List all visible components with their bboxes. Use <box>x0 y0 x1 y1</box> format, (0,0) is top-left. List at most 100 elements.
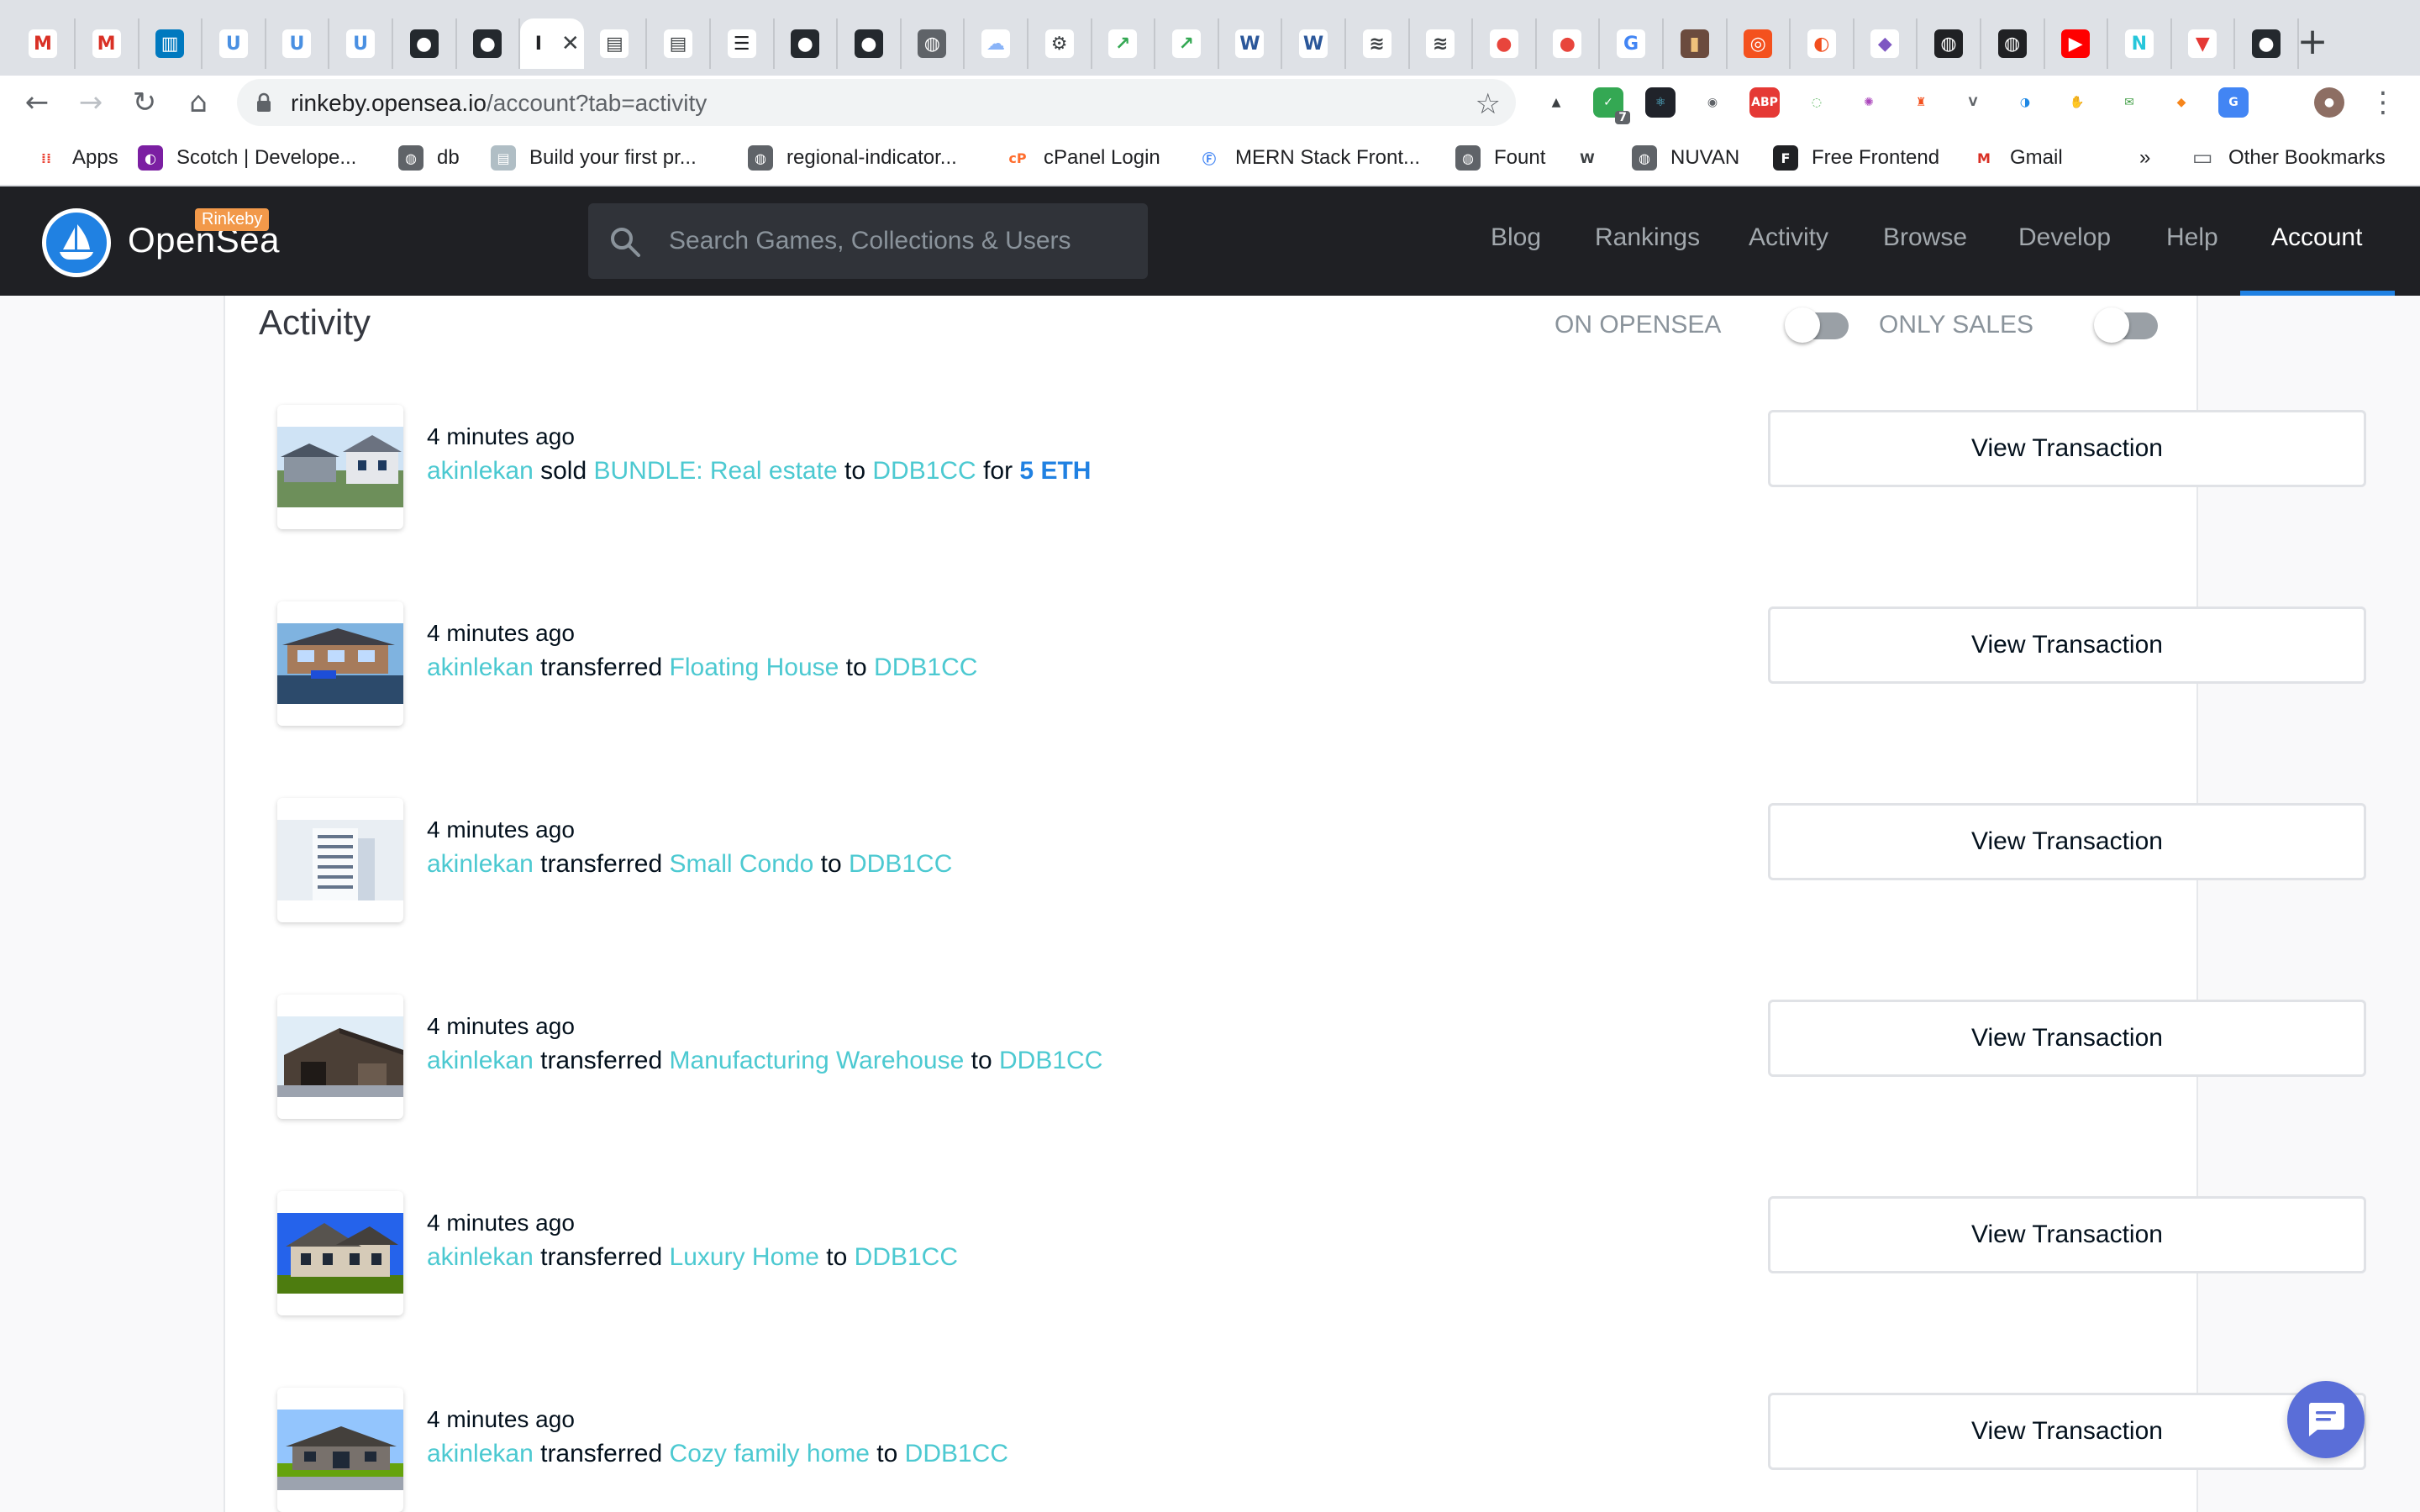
browser-tab[interactable]: W <box>1218 18 1283 69</box>
asset-link[interactable]: Small Condo <box>670 850 814 878</box>
camera-ext-icon[interactable]: ◉ <box>1697 87 1728 118</box>
bookmark-item[interactable]: ⁞⁞ Apps <box>34 141 118 175</box>
browser-tab[interactable]: ≋ <box>1346 18 1410 69</box>
bookmark-item[interactable]: cP cPanel Login <box>1005 141 1160 175</box>
browser-tab[interactable]: ◐ <box>1791 18 1854 69</box>
bookmark-item[interactable]: ◍ regional-indicator... <box>748 141 957 175</box>
shield-ext-icon[interactable]: ✓ 7 <box>1593 87 1630 124</box>
browser-tab[interactable]: W <box>1282 18 1346 69</box>
browser-tab[interactable]: G <box>1600 18 1664 69</box>
target-link[interactable]: DDB1CC <box>855 1243 958 1271</box>
opensea-logo-icon[interactable] <box>42 208 111 277</box>
close-tab-icon[interactable]: ✕ <box>561 31 580 56</box>
browser-tab[interactable]: U <box>203 18 266 69</box>
nav-rankings[interactable]: Rankings <box>1595 223 1700 252</box>
browser-tab[interactable]: ● <box>456 18 521 69</box>
bookmark-item[interactable]: ◍ db <box>398 141 460 175</box>
asset-thumbnail[interactable] <box>277 995 403 1119</box>
browser-tab[interactable]: ● <box>1473 18 1537 69</box>
browser-tab[interactable]: ▮ <box>1664 18 1728 69</box>
home-icon[interactable]: ⌂ <box>178 82 218 123</box>
view-transaction-button[interactable]: View Transaction <box>1768 1196 2366 1273</box>
actor-link[interactable]: akinlekan <box>427 1047 534 1074</box>
asset-thumbnail[interactable] <box>277 1388 403 1512</box>
nav-develop[interactable]: Develop <box>2018 223 2111 252</box>
asset-link[interactable]: Manufacturing Warehouse <box>670 1047 965 1074</box>
target-link[interactable]: DDB1CC <box>872 457 976 485</box>
bookmarks-overflow[interactable]: » <box>2139 141 2150 175</box>
reload-icon[interactable]: ↻ <box>124 82 165 123</box>
asset-link[interactable]: Cozy family home <box>670 1440 870 1467</box>
target-link[interactable]: DDB1CC <box>905 1440 1008 1467</box>
actor-link[interactable]: akinlekan <box>427 1440 534 1467</box>
new-tab-icon[interactable]: + <box>2292 24 2333 64</box>
palette-ext-icon[interactable]: ◑ <box>2010 87 2040 118</box>
nav-activity[interactable]: Activity <box>1749 223 1828 252</box>
bookmark-item[interactable]: F Free Frontend <box>1773 141 1939 175</box>
browser-tab[interactable]: ◆ <box>1854 18 1918 69</box>
browser-tab[interactable]: ◍ <box>1981 18 2045 69</box>
only-sales-toggle[interactable] <box>2094 307 2158 343</box>
nav-browse[interactable]: Browse <box>1883 223 1967 252</box>
browser-tab[interactable]: ◎ <box>1727 18 1791 69</box>
other-bookmarks[interactable]: ▭ Other Bookmarks <box>2190 141 2386 175</box>
browser-tab[interactable]: ▤ <box>583 18 648 69</box>
browser-tab[interactable]: ● <box>774 18 839 69</box>
on-opensea-toggle[interactable] <box>1785 307 1849 343</box>
view-transaction-button[interactable]: View Transaction <box>1768 1393 2366 1470</box>
browser-tab[interactable]: U <box>329 18 393 69</box>
browser-tab[interactable]: ● <box>1536 18 1601 69</box>
browser-tab[interactable]: ≋ <box>1409 18 1474 69</box>
browser-tab[interactable]: M <box>76 18 139 69</box>
view-transaction-button[interactable]: View Transaction <box>1768 803 2366 880</box>
browser-tab[interactable]: ↗ <box>1092 18 1156 69</box>
browser-tab[interactable]: ● <box>2235 18 2299 69</box>
browser-tab[interactable]: U <box>266 18 330 69</box>
bookmark-item[interactable]: Ⓕ MERN Stack Front... <box>1197 141 1420 175</box>
glove-ext-icon[interactable]: ✋ <box>2062 87 2092 118</box>
asset-link[interactable]: Luxury Home <box>670 1243 819 1271</box>
adblock-ext-icon[interactable]: ABP <box>1749 87 1780 118</box>
browser-tab[interactable]: ▼ <box>2171 18 2236 69</box>
browser-tab[interactable]: ▥ <box>139 18 203 69</box>
asset-thumbnail[interactable] <box>277 405 403 529</box>
browser-tab[interactable]: ☰ <box>711 18 775 69</box>
menu-kebab-icon[interactable]: ⋮ <box>2363 82 2403 123</box>
target-link[interactable]: DDB1CC <box>874 654 977 681</box>
browser-tab[interactable]: ◍ <box>901 18 965 69</box>
browser-tab[interactable]: ● <box>393 18 457 69</box>
mail-ext-icon[interactable]: ✉ <box>2114 87 2144 118</box>
bookmark-star-icon[interactable]: ☆ <box>1476 87 1501 121</box>
nav-account[interactable]: Account <box>2271 223 2362 252</box>
forward-icon[interactable]: → <box>71 82 111 123</box>
asset-link[interactable]: Floating House <box>670 654 839 681</box>
browser-tab[interactable]: ⚙ <box>1028 18 1092 69</box>
browser-tab[interactable]: ▶ <box>2044 18 2109 69</box>
asset-thumbnail[interactable] <box>277 1191 403 1315</box>
asset-thumbnail[interactable] <box>277 601 403 726</box>
bookmark-item[interactable]: ◍ Fount <box>1455 141 1545 175</box>
profile-avatar[interactable]: ● <box>2314 87 2344 118</box>
color-wheel-ext-icon[interactable]: ✺ <box>1854 87 1884 118</box>
spiral-ext-icon[interactable]: ◌ <box>1802 87 1832 118</box>
vue-ext-icon[interactable]: V <box>1958 87 1988 118</box>
nav-help[interactable]: Help <box>2166 223 2218 252</box>
actor-link[interactable]: akinlekan <box>427 457 534 485</box>
bookmark-item[interactable]: ▤ Build your first pr... <box>491 141 697 175</box>
browser-tab[interactable]: ▤ <box>647 18 711 69</box>
search-input[interactable] <box>669 220 1123 262</box>
nav-blog[interactable]: Blog <box>1491 223 1541 252</box>
back-icon[interactable]: ← <box>17 82 57 123</box>
bookmark-item[interactable]: ◐ Scotch | Develope... <box>138 141 356 175</box>
actor-link[interactable]: akinlekan <box>427 1243 534 1271</box>
address-bar[interactable]: rinkeby.opensea.io/account?tab=activity … <box>237 79 1516 126</box>
view-transaction-button[interactable]: View Transaction <box>1768 410 2366 487</box>
browser-tab[interactable]: M <box>12 18 76 69</box>
browser-tab[interactable]: N <box>2108 18 2172 69</box>
actor-link[interactable]: akinlekan <box>427 654 534 681</box>
actor-link[interactable]: akinlekan <box>427 850 534 878</box>
browser-tab[interactable]: ● <box>838 18 902 69</box>
triangle-ext-icon[interactable]: ▲ <box>1541 87 1571 118</box>
bookmark-item[interactable]: ◍ NUVAN <box>1632 141 1739 175</box>
browser-tab[interactable]: ◍ <box>1918 18 1981 69</box>
